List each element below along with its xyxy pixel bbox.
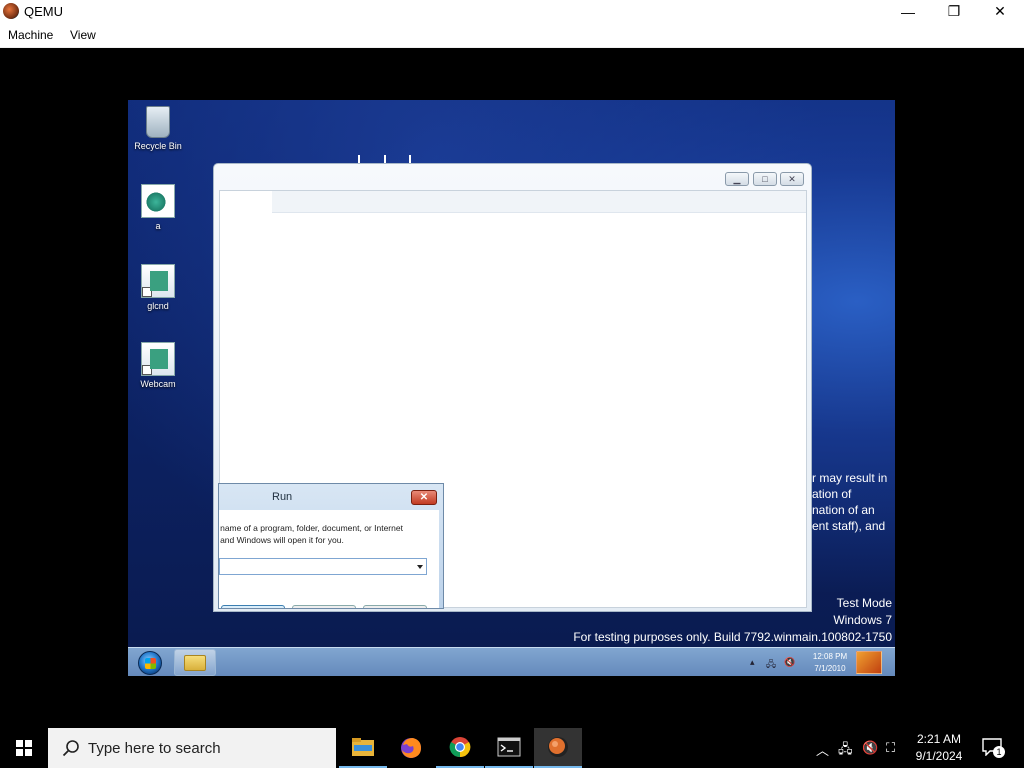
guest-explorer-button[interactable] (174, 649, 216, 676)
host-taskbar: Type here to search ︿ 🖧 🔇 ⛶ 2:21 AM 9/1/… (0, 728, 1024, 768)
chevron-down-icon[interactable] (417, 565, 423, 569)
host-start-button[interactable] (0, 728, 48, 768)
restore-icon: ❐ (947, 3, 961, 19)
search-placeholder: Type here to search (88, 739, 221, 757)
file-explorer-icon (352, 738, 374, 756)
desktop-icon-label: Recycle Bin (134, 141, 182, 151)
restore-button[interactable]: ❐ (931, 0, 977, 23)
app-shortcut-icon (141, 342, 175, 376)
qemu-menubar: Machine View (0, 23, 1024, 48)
partial-warning-text: r may result in (812, 471, 888, 485)
guest-taskbar: ▴ 🖧 🔇 12:08 PM 7/1/2010 (128, 647, 895, 676)
partial-warning-text: ation of (812, 487, 852, 501)
taskbar-chrome[interactable] (436, 728, 484, 768)
run-open-combobox[interactable] (219, 558, 427, 575)
qemu-icon (548, 737, 568, 757)
chevron-up-icon[interactable]: ︿ (816, 740, 829, 759)
window-tab[interactable] (220, 191, 272, 213)
desktop-icon-webcam[interactable]: Webcam (128, 342, 188, 389)
render-artifact (384, 155, 386, 163)
run-dialog-instructions: t, and Windows will open it for you. (218, 535, 344, 545)
network-icon[interactable]: 🖧 (838, 740, 853, 762)
executable-icon (141, 184, 175, 218)
taskbar-search-box[interactable]: Type here to search (48, 728, 336, 768)
chevron-up-icon[interactable]: ▴ (750, 657, 755, 668)
windows-logo-icon (16, 740, 32, 756)
taskbar-file-explorer[interactable] (339, 728, 387, 768)
guest-display[interactable]: Recycle Bin a glcnd Webcam r may result … (128, 100, 895, 676)
qemu-app-icon (3, 3, 19, 19)
volume-muted-icon[interactable]: 🔇 (862, 740, 878, 756)
guest-clock-time: 12:08 PM (812, 652, 848, 661)
maximize-icon: □ (762, 174, 768, 184)
notification-center-button[interactable]: 1 (982, 738, 1005, 758)
close-icon: ✕ (419, 492, 429, 503)
desktop-icon-label: glcnd (147, 301, 169, 311)
minimize-button[interactable]: — (885, 0, 931, 23)
window-minimize-button[interactable]: ▁ (725, 172, 749, 186)
app-shortcut-icon (141, 264, 175, 298)
desktop-icon-a[interactable]: a (128, 184, 188, 231)
desktop-icon-glcnd[interactable]: glcnd (128, 264, 188, 311)
browse-button[interactable] (363, 605, 427, 608)
build-watermark: For testing purposes only. Build 7792.wi… (573, 630, 892, 644)
run-dialog[interactable]: Run ✕ e name of a program, folder, docum… (218, 483, 444, 609)
guest-start-button[interactable] (130, 649, 170, 676)
close-button[interactable]: ✕ (977, 0, 1023, 23)
taskbar-qemu[interactable] (534, 728, 582, 768)
minimize-icon: — (901, 3, 915, 20)
windows-version-watermark: Windows 7 (833, 613, 892, 627)
run-dialog-title: Run (272, 491, 293, 503)
notification-badge: 1 (993, 746, 1005, 758)
window-title: QEMU (24, 4, 63, 19)
folder-icon (184, 654, 206, 671)
taskbar-terminal[interactable] (485, 728, 533, 768)
render-artifact (409, 155, 411, 163)
network-icon[interactable]: 🖧 (766, 657, 776, 673)
run-dialog-instructions: e name of a program, folder, document, o… (218, 523, 403, 533)
chrome-icon (449, 737, 471, 758)
test-mode-watermark: Test Mode (836, 596, 892, 610)
desktop-icon-label: Webcam (140, 379, 176, 389)
guest-clock-date: 7/1/2010 (814, 664, 846, 673)
shortcut-arrow-icon (142, 365, 152, 375)
cancel-button[interactable] (292, 605, 356, 608)
menu-machine[interactable]: Machine (8, 28, 53, 42)
desktop-icon-recycle-bin[interactable]: Recycle Bin (128, 106, 188, 151)
close-icon: ✕ (788, 174, 796, 184)
recycle-bin-icon (146, 106, 170, 138)
ok-button[interactable] (221, 605, 285, 608)
run-dialog-close-button[interactable]: ✕ (411, 490, 437, 505)
window-maximize-button[interactable]: □ (753, 172, 777, 186)
guest-clock[interactable]: 12:08 PM 7/1/2010 (804, 651, 856, 675)
firefox-icon (401, 738, 421, 758)
menu-view[interactable]: View (70, 28, 96, 42)
shortcut-arrow-icon (142, 287, 152, 297)
qemu-titlebar: QEMU — ❐ ✕ (0, 0, 1024, 23)
windows-orb-icon (138, 650, 162, 675)
window-toolbar (220, 191, 806, 213)
run-dialog-body: e name of a program, folder, document, o… (218, 510, 439, 608)
host-clock-time: 2:21 AM (916, 732, 962, 746)
partial-warning-text: ent staff), and (812, 519, 886, 533)
close-icon: ✕ (994, 3, 1006, 19)
volume-muted-icon[interactable]: 🔇 (784, 657, 795, 668)
window-close-button[interactable]: ✕ (780, 172, 804, 186)
desktop-icon-label: a (155, 221, 161, 231)
display-icon[interactable]: ⛶ (886, 740, 895, 756)
terminal-icon (497, 737, 521, 757)
show-desktop-button[interactable] (856, 651, 882, 674)
partial-warning-text: nation of an (812, 503, 875, 517)
host-clock-date: 9/1/2024 (915, 749, 963, 763)
taskbar-firefox[interactable] (387, 728, 435, 768)
minimize-icon: ▁ (733, 174, 741, 184)
render-artifact (358, 155, 360, 163)
host-clock[interactable]: 2:21 AM 9/1/2024 (908, 731, 970, 765)
search-icon (62, 740, 79, 757)
